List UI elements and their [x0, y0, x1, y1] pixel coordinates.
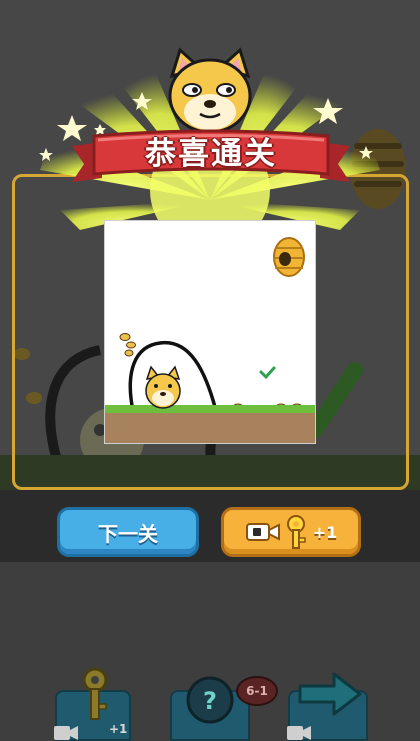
question-icon: ? [186, 676, 234, 724]
small-doge-icon [145, 365, 181, 409]
skip-video-icon [287, 726, 311, 740]
watch-video-key-button[interactable]: +1 [221, 507, 361, 557]
level-preview-card [104, 220, 316, 444]
check-icon [259, 366, 276, 380]
doge-mascot-icon [168, 47, 252, 134]
next-level-label: 下一关 [98, 521, 158, 546]
key-reward-label: +1 [312, 522, 338, 542]
hint-cost-label: 6-1 [246, 684, 268, 698]
level-preview-scene [105, 237, 315, 443]
key-tool-reward: +1 [109, 722, 128, 736]
beehive-icon [273, 237, 305, 277]
key-tool-button[interactable]: +1 [54, 667, 131, 741]
key-tool-icon [82, 667, 108, 720]
key-icon [286, 515, 306, 549]
preview-dirt [105, 413, 315, 443]
next-level-button[interactable]: 下一关 [57, 507, 199, 557]
arrow-right-icon [298, 672, 362, 716]
hint-cost-badge: 6-1 [236, 676, 278, 706]
popup-title: 恭喜通关 [145, 136, 277, 172]
skip-tool-button[interactable] [287, 672, 368, 741]
preview-grass [105, 405, 315, 413]
video-camera-icon [245, 523, 280, 541]
tool-video-icon [54, 726, 78, 740]
svg-text:?: ? [203, 687, 217, 715]
